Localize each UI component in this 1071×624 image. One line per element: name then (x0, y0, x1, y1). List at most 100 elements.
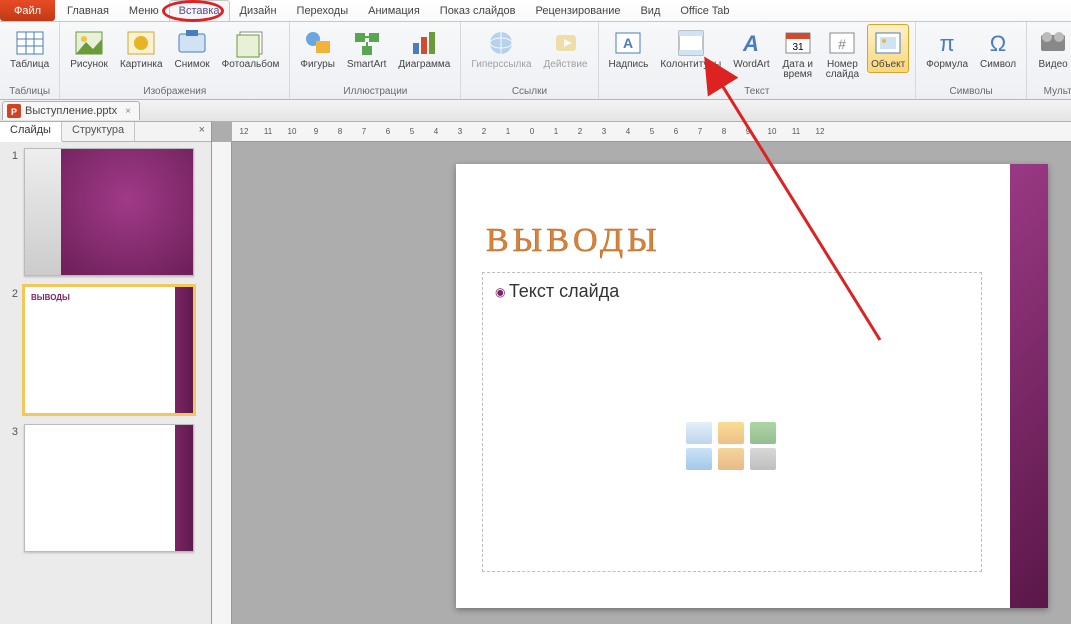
ruler-tick: 1 (496, 127, 520, 136)
placeholder-text: Текст слайда (495, 281, 969, 302)
hyperlink-label: Гиперссылка (471, 60, 531, 70)
ribbon-group-Текст: AНадписьКолонтитулыAWordArt 31 Дата и врем… (599, 22, 917, 99)
document-tab-label: Выступление.pptx (25, 105, 117, 117)
slidenum-icon: # (826, 27, 858, 59)
object-icon (872, 27, 904, 59)
thumb-row: 1 (6, 148, 201, 276)
svg-text:A: A (623, 35, 633, 51)
group-label: Текст (742, 86, 771, 99)
thumb-number: 1 (6, 148, 18, 276)
menu-tab-вид[interactable]: Вид (630, 0, 670, 21)
panel-tab-slides[interactable]: Слайды (0, 122, 62, 142)
slide-thumbnail[interactable] (24, 424, 194, 552)
thumb-row: 3 (6, 424, 201, 552)
chart-button[interactable]: Диаграмма (394, 24, 454, 73)
chart-label: Диаграмма (398, 60, 450, 70)
menu-tab-главная[interactable]: Главная (57, 0, 119, 21)
menu-tabstrip: Файл ГлавнаяМенюВставкаДизайнПереходыАни… (0, 0, 1071, 22)
shapes-button[interactable]: Фигуры (296, 24, 338, 73)
close-icon[interactable]: × (125, 106, 131, 117)
ruler-tick: 8 (712, 127, 736, 136)
table-button[interactable]: Таблица (6, 24, 53, 73)
slide-title[interactable]: ВЫВОДЫ (486, 222, 661, 260)
wordart-icon: A (735, 27, 767, 59)
slide-thumbnails: 12ВЫВОДЫ3 (0, 142, 211, 624)
headerfooter-button[interactable]: Колонтитулы (656, 24, 725, 73)
panel-tab-outline[interactable]: Структура (62, 122, 135, 141)
placeholder-icon-grid[interactable] (686, 422, 778, 470)
document-tab[interactable]: P Выступление.pptx × (2, 101, 140, 120)
equation-icon: π (931, 27, 963, 59)
svg-text:P: P (11, 107, 17, 117)
video-icon (1037, 27, 1069, 59)
ruler-tick: 7 (688, 127, 712, 136)
ruler-tick: 1 (544, 127, 568, 136)
ribbon-group-Иллюстрации: ФигурыSmartArtДиаграммаИллюстрации (290, 22, 461, 99)
object-label: Объект (871, 60, 905, 70)
slidenum-label: Номер слайда (826, 60, 859, 80)
ruler-tick: 10 (760, 127, 784, 136)
video-label: Видео (1039, 60, 1068, 70)
menu-tab-вставка[interactable]: Вставка (169, 0, 230, 21)
picture-icon (73, 27, 105, 59)
file-tab[interactable]: Файл (0, 0, 55, 21)
smartart-button[interactable]: SmartArt (343, 24, 390, 73)
datetime-label: Дата и время (782, 60, 813, 80)
symbol-button[interactable]: ΩСимвол (976, 24, 1020, 73)
ruler-tick: 7 (352, 127, 376, 136)
ruler-tick: 9 (736, 127, 760, 136)
ruler-tick: 3 (448, 127, 472, 136)
object-button[interactable]: Объект (867, 24, 909, 73)
slide-thumbnail[interactable] (24, 148, 194, 276)
menu-tab-дизайн[interactable]: Дизайн (230, 0, 287, 21)
svg-text:A: A (743, 31, 760, 56)
clipart-button[interactable]: Картинка (116, 24, 167, 73)
equation-button[interactable]: π Формула (922, 24, 972, 73)
ruler-tick: 2 (568, 127, 592, 136)
slide-panel: Слайды Структура × 12ВЫВОДЫ3 (0, 122, 212, 624)
ribbon-group-Символы: π Формула ΩСимвол Символы (916, 22, 1027, 99)
wordart-button[interactable]: AWordArt (729, 24, 774, 73)
video-button[interactable]: Видео (1033, 24, 1071, 73)
screenshot-icon (176, 27, 208, 59)
ruler-tick: 2 (472, 127, 496, 136)
panel-close-icon[interactable]: × (193, 122, 211, 141)
slide-canvas[interactable]: ВЫВОДЫ Текст слайда (456, 164, 1048, 608)
ribbon-group-Ссылки: ГиперссылкаДействиеСсылки (461, 22, 598, 99)
svg-text:Ω: Ω (990, 31, 1006, 56)
menu-tab-office tab[interactable]: Office Tab (670, 0, 739, 21)
group-label: Таблицы (7, 86, 52, 99)
chart-icon (408, 27, 440, 59)
svg-text:31: 31 (792, 42, 804, 53)
menu-tab-анимация[interactable]: Анимация (358, 0, 430, 21)
datetime-button[interactable]: 31 Дата и время (778, 24, 818, 83)
album-button[interactable]: Фотоальбом (218, 24, 284, 73)
svg-text:π: π (940, 31, 955, 56)
picture-button[interactable]: Рисунок (66, 24, 112, 73)
ribbon-group-Изображения: РисунокКартинкаСнимокФотоальбомИзображен… (60, 22, 290, 99)
menu-tab-меню[interactable]: Меню (119, 0, 169, 21)
svg-text:#: # (838, 36, 846, 52)
slidenum-button[interactable]: # Номер слайда (822, 24, 863, 83)
ruler-tick: 12 (232, 127, 256, 136)
menu-tab-показ слайдов[interactable]: Показ слайдов (430, 0, 526, 21)
equation-label: Формула (926, 60, 968, 70)
workspace: Слайды Структура × 12ВЫВОДЫ3 12111098765… (0, 122, 1071, 624)
editor-area: 1211109876543210123456789101112 ВЫВОДЫ Т… (212, 122, 1071, 624)
ruler-tick: 4 (424, 127, 448, 136)
group-label: Символы (948, 86, 995, 99)
textbox-button[interactable]: AНадпись (605, 24, 653, 73)
vertical-ruler (212, 142, 232, 624)
ruler-tick: 3 (592, 127, 616, 136)
content-placeholder[interactable]: Текст слайда (482, 272, 982, 572)
ruler-tick: 11 (256, 127, 280, 136)
menu-tab-рецензирование[interactable]: Рецензирование (526, 0, 631, 21)
picture-label: Рисунок (70, 60, 108, 70)
action-label: Действие (544, 60, 588, 70)
hyperlink-button[interactable]: Гиперссылка (467, 24, 535, 73)
menu-tab-переходы[interactable]: Переходы (287, 0, 359, 21)
ruler-tick: 10 (280, 127, 304, 136)
slide-thumbnail[interactable]: ВЫВОДЫ (24, 286, 194, 414)
action-button[interactable]: Действие (540, 24, 592, 73)
screenshot-button[interactable]: Снимок (171, 24, 214, 73)
